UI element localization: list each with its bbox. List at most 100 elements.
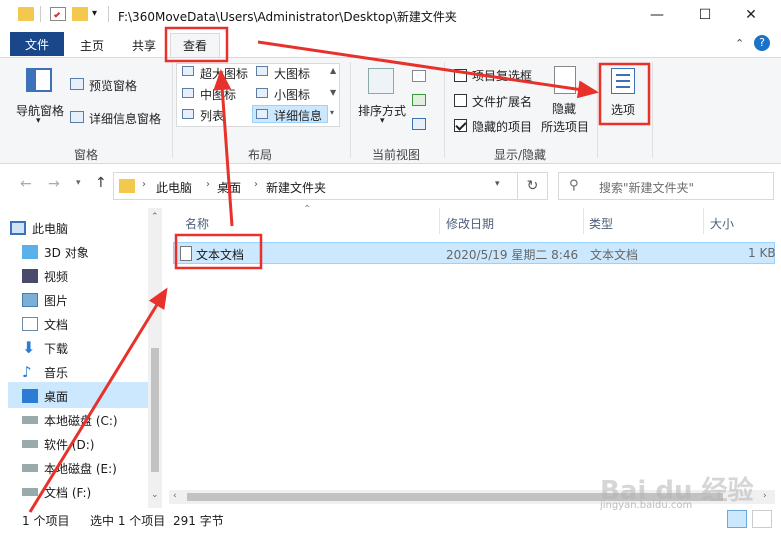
details-view-icon[interactable]: [727, 510, 747, 528]
up-arrow-icon[interactable]: ↑: [95, 175, 107, 191]
options-icon[interactable]: [611, 68, 635, 94]
new-folder-icon[interactable]: [72, 7, 88, 21]
layout-details[interactable]: 详细信息: [274, 107, 322, 124]
pictures-icon: [22, 293, 38, 307]
help-icon[interactable]: ?: [754, 35, 770, 51]
layout-list[interactable]: 列表: [200, 107, 224, 124]
recent-locations-icon[interactable]: ▾: [76, 178, 81, 188]
size-columns-icon[interactable]: [412, 118, 426, 130]
nav-this-pc[interactable]: 此电脑: [10, 216, 150, 240]
divider: [40, 6, 41, 22]
search-icon: ⚲: [569, 178, 579, 193]
file-extensions-checkbox[interactable]: [454, 94, 467, 107]
tab-share[interactable]: 共享: [120, 33, 168, 57]
chevron-right-icon: ›: [142, 179, 146, 190]
forward-arrow-icon[interactable]: →: [48, 176, 60, 192]
hide-selected-label-1[interactable]: 隐藏: [552, 100, 576, 117]
nav-pictures[interactable]: 图片: [22, 288, 162, 312]
add-columns-icon[interactable]: [412, 94, 426, 106]
search-box[interactable]: ⚲ 搜索"新建文件夹": [558, 172, 774, 200]
drive-icon: [22, 464, 38, 472]
divider: [703, 208, 704, 234]
nav-drive-e[interactable]: 本地磁盘 (E:): [22, 456, 162, 480]
nav-drive-c[interactable]: 本地磁盘 (C:): [22, 408, 162, 432]
address-bar[interactable]: › 此电脑 › 桌面 › 新建文件夹 ▾: [113, 172, 518, 200]
table-row[interactable]: 文本文档 2020/5/19 星期二 8:46 文本文档 1 KB: [173, 242, 776, 264]
list-icon: [182, 109, 194, 119]
properties-icon[interactable]: [50, 7, 66, 21]
desktop-icon: [22, 389, 38, 403]
nav-drive-f[interactable]: 文档 (F:): [22, 480, 162, 504]
nav-drive-d[interactable]: 软件 (D:): [22, 432, 162, 456]
gallery-more-icon[interactable]: ▾: [330, 108, 334, 117]
sort-by-icon[interactable]: [368, 68, 394, 94]
nav-downloads[interactable]: ⬇ 下载: [22, 336, 162, 360]
breadcrumb-this-pc[interactable]: 此电脑: [156, 179, 192, 196]
group-label-panes: 窗格: [74, 148, 99, 162]
group-label-show-hide: 显示/隐藏: [494, 148, 547, 162]
drive-icon: [22, 440, 38, 448]
tab-file[interactable]: 文件: [10, 32, 64, 56]
breadcrumb-new-folder[interactable]: 新建文件夹: [266, 179, 326, 196]
title-bar: ▾ F:\360MoveData\Users\Administrator\Des…: [0, 0, 781, 30]
address-dropdown-icon[interactable]: ▾: [495, 179, 500, 189]
gallery-down-icon[interactable]: ▼: [330, 88, 336, 97]
maximize-button[interactable]: ☐: [682, 0, 728, 30]
divider: [583, 208, 584, 234]
file-list: ⌃ 名称 修改日期 类型 大小 文本文档 2020/5/19 星期二 8:46 …: [163, 204, 781, 508]
details-pane-button[interactable]: 详细信息窗格: [89, 110, 161, 127]
column-header-name[interactable]: 名称: [185, 215, 209, 232]
column-header-modified[interactable]: 修改日期: [446, 215, 494, 232]
layout-medium-icons[interactable]: 中图标: [200, 86, 236, 103]
nav-music[interactable]: ♪ 音乐: [22, 360, 162, 384]
nav-desktop[interactable]: 桌面: [22, 384, 162, 408]
ribbon-tabs: 文件 主页 共享 查看 ⌃ ?: [0, 30, 781, 58]
layout-large-icons[interactable]: 大图标: [274, 65, 310, 82]
close-button[interactable]: ✕: [728, 0, 774, 30]
options-button[interactable]: 选项: [611, 101, 635, 118]
refresh-icon[interactable]: ↻: [518, 172, 548, 200]
customize-quick-access-icon[interactable]: ▾: [92, 8, 97, 19]
xl-icons-icon: [182, 66, 194, 76]
nav-scrollbar[interactable]: ⌃ ⌄: [148, 208, 162, 508]
divider: [652, 62, 653, 158]
drive-icon: [22, 416, 38, 424]
minimize-button[interactable]: —: [634, 0, 680, 30]
file-size: 1 KB: [748, 246, 776, 260]
file-extensions-label: 文件扩展名: [472, 95, 533, 109]
layout-xl-icons[interactable]: 超大图标: [200, 65, 248, 82]
tab-view[interactable]: 查看: [170, 33, 221, 57]
hide-selected-label-2[interactable]: 所选项目: [541, 118, 589, 135]
hide-selected-icon[interactable]: [554, 66, 576, 94]
nav-scrollbar-thumb[interactable]: [151, 348, 159, 472]
divider: [172, 62, 173, 158]
column-header-size[interactable]: 大小: [710, 215, 734, 232]
item-checkboxes-label: 项目复选框: [472, 69, 533, 83]
nav-videos[interactable]: 视频: [22, 264, 162, 288]
group-by-icon[interactable]: [412, 70, 426, 82]
medium-icons-icon: [182, 88, 194, 98]
details-pane-icon: [70, 111, 84, 123]
nav-documents[interactable]: 文档: [22, 312, 162, 336]
collapse-ribbon-icon[interactable]: ⌃: [735, 37, 744, 50]
navigation-pane-icon[interactable]: [26, 68, 52, 92]
file-name[interactable]: 文本文档: [196, 246, 244, 263]
breadcrumb-desktop[interactable]: 桌面: [217, 179, 241, 196]
column-header-type[interactable]: 类型: [589, 215, 613, 232]
gallery-up-icon[interactable]: ▲: [330, 66, 336, 75]
item-checkboxes-checkbox[interactable]: [454, 69, 467, 82]
music-icon: ♪: [22, 363, 32, 381]
large-icons-icon: [256, 66, 268, 76]
layout-small-icons[interactable]: 小图标: [274, 86, 310, 103]
folder-icon: [18, 7, 34, 21]
tab-home[interactable]: 主页: [68, 33, 116, 57]
hidden-items-checkbox[interactable]: [454, 119, 467, 132]
back-arrow-icon[interactable]: ←: [20, 176, 32, 192]
search-input[interactable]: 搜索"新建文件夹": [599, 179, 694, 196]
details-icon: [256, 109, 268, 119]
preview-pane-icon: [70, 78, 84, 90]
nav-3d-objects[interactable]: 3D 对象: [22, 240, 162, 264]
preview-pane-button[interactable]: 预览窗格: [89, 77, 137, 94]
sort-indicator-icon: ⌃: [303, 204, 312, 215]
large-icons-view-icon[interactable]: [752, 510, 772, 528]
